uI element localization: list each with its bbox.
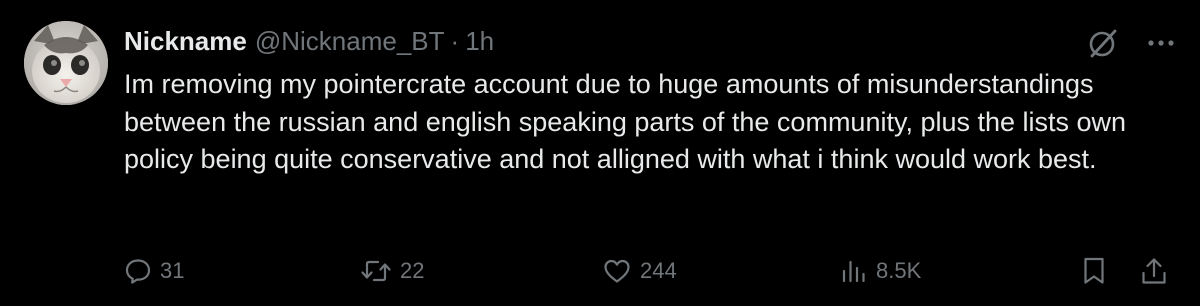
- tweet[interactable]: Nickname @Nickname_BT · 1h Im removing m…: [0, 0, 1200, 306]
- like-count: 244: [640, 258, 677, 283]
- more-button[interactable]: [1144, 26, 1178, 60]
- retweet-icon: [361, 260, 391, 282]
- views-button[interactable]: 8.5K: [840, 253, 921, 289]
- display-name[interactable]: Nickname: [124, 24, 247, 58]
- retweet-button[interactable]: 22: [360, 253, 424, 289]
- grok-button[interactable]: [1086, 26, 1120, 60]
- more-icon: [1148, 40, 1174, 46]
- separator-dot: ·: [450, 26, 460, 56]
- timestamp[interactable]: 1h: [465, 24, 494, 58]
- tweet-actions: 31 22 244 8.5K: [124, 253, 1174, 289]
- avatar[interactable]: [24, 21, 108, 105]
- reply-icon: [125, 259, 151, 284]
- share-button[interactable]: [1140, 253, 1168, 289]
- bookmark-icon: [1084, 257, 1104, 284]
- views-count: 8.5K: [876, 258, 922, 283]
- views-icon: [842, 260, 865, 283]
- reply-count: 31: [160, 258, 185, 283]
- like-button[interactable]: 244: [602, 253, 677, 289]
- share-icon: [1142, 258, 1166, 284]
- retweet-count: 22: [400, 258, 425, 283]
- tweet-top-actions: [1086, 26, 1178, 60]
- like-icon: [604, 259, 630, 283]
- grok-icon: [1089, 29, 1117, 58]
- tweet-text: Im removing my pointercrate account due …: [124, 69, 1127, 174]
- cat-avatar-icon: [24, 21, 108, 105]
- user-handle[interactable]: @Nickname_BT: [255, 24, 445, 58]
- bookmark-button[interactable]: [1082, 253, 1106, 289]
- tweet-header: Nickname @Nickname_BT · 1h: [124, 24, 494, 58]
- reply-button[interactable]: 31: [124, 253, 184, 289]
